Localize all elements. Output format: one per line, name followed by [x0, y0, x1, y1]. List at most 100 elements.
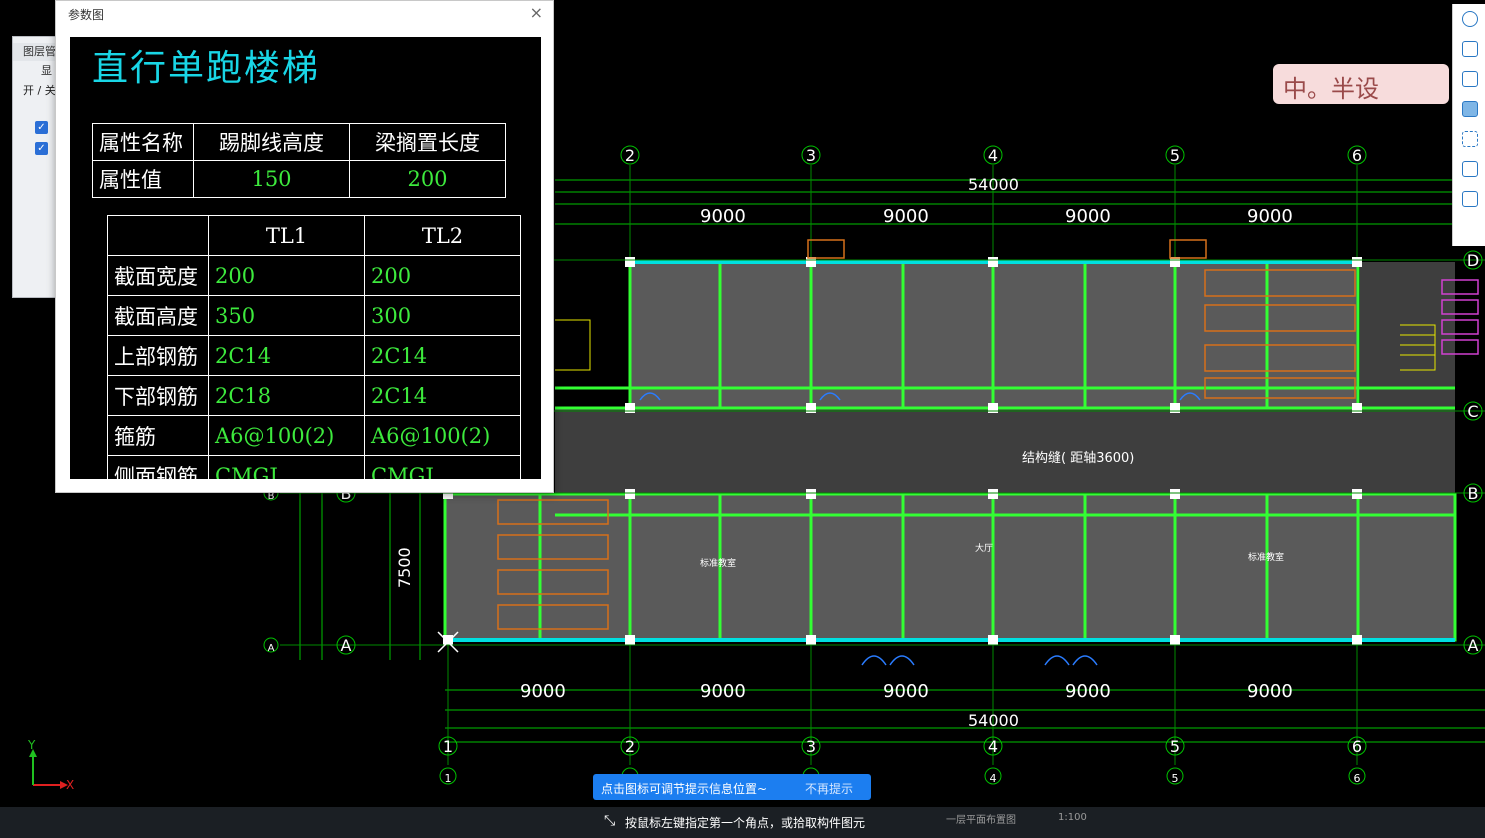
table-row: 侧面钢筋 CMGJ CMGJ [107, 455, 521, 479]
view-3d-button[interactable] [1453, 34, 1485, 64]
bay-dim-4: 9000 [1247, 206, 1293, 227]
attr-value-label: 属性值 [92, 160, 194, 198]
column [988, 257, 998, 267]
table-row: TL1 TL2 [107, 215, 521, 256]
box-icon [1461, 71, 1478, 87]
svg-text:Y: Y [27, 738, 36, 752]
list-icon [1461, 191, 1478, 207]
column [988, 489, 998, 499]
component-view-button[interactable] [1453, 154, 1485, 184]
column [625, 489, 635, 499]
dialog-title: 参数图 [68, 8, 105, 22]
shaded-view-button[interactable] [1453, 94, 1485, 124]
room-label: 标准教室 [700, 557, 736, 569]
beam-cell[interactable]: 2C14 [364, 375, 521, 416]
layer-manager-panel: 图层管 显 开 / 关 ✓ ✓ [12, 36, 60, 298]
axis-number: 2 [625, 737, 635, 756]
watermark-sticker: 中。半设 [1273, 64, 1449, 104]
axis-number: 3 [806, 146, 816, 165]
axis-number: 5 [1170, 146, 1180, 165]
room-label-2: 标准教室 [1248, 551, 1284, 563]
table-row: 箍筋 A6@100(2) A6@100(2) [107, 415, 521, 456]
depth-dim: 7500 [395, 547, 414, 588]
table-row: 截面高度 350 300 [107, 295, 521, 336]
beam-header-tl1: TL1 [208, 215, 365, 256]
bay-dim-b3: 9000 [883, 681, 929, 702]
beam-cell[interactable]: 300 [364, 295, 521, 336]
sheet-scale: 1:100 [1058, 812, 1087, 823]
beam-cell[interactable]: 200 [364, 255, 521, 296]
close-icon[interactable]: × [530, 3, 543, 22]
column [625, 635, 635, 645]
dismiss-hint-button[interactable]: 不再提示 [805, 780, 853, 797]
beam-cell[interactable]: A6@100(2) [364, 415, 521, 456]
beam-cell[interactable]: 2C18 [208, 375, 365, 416]
axis-letter: C [1467, 402, 1478, 421]
column [1170, 489, 1180, 499]
axis-number: 3 [806, 737, 816, 756]
bay-dim-b2: 9000 [700, 681, 746, 702]
axis-number: 1 [443, 737, 453, 756]
axis-letter: A [1468, 636, 1479, 655]
hint-bubble[interactable]: 点击图标可调节提示信息位置~ 不再提示 [593, 774, 871, 800]
orbit-button[interactable] [1453, 4, 1485, 34]
view-mode-button[interactable] [1453, 64, 1485, 94]
status-bar: ⤡ 按鼠标左键指定第一个角点，或拾取构件图元 一层平面布置图 1:100 [0, 807, 1485, 838]
parameter-diagram-dialog: 参数图 × 直行单跑楼梯 属性名称 踢脚线高度 梁搁置长度 属性值 150 20… [55, 0, 554, 493]
axis-letter: D [1467, 251, 1479, 270]
properties-button[interactable] [1453, 184, 1485, 214]
bay-dim-b5: 9000 [1247, 681, 1293, 702]
layer-show-label: 显 [41, 64, 52, 77]
axis-number: 6 [1352, 146, 1362, 165]
beam-header-tl2: TL2 [364, 215, 521, 256]
beam-row-label: 侧面钢筋 [107, 455, 209, 479]
axis-number: 5 [1172, 772, 1179, 785]
bay-dim-3: 9000 [1065, 206, 1111, 227]
layer-checkbox-1[interactable]: ✓ [35, 121, 48, 134]
column [988, 635, 998, 645]
table-row: 上部钢筋 2C14 2C14 [107, 335, 521, 376]
attribute-table: 属性名称 踢脚线高度 梁搁置长度 属性值 150 200 [92, 123, 506, 198]
table-row: 属性名称 踢脚线高度 梁搁置长度 [92, 123, 506, 161]
column [625, 257, 635, 267]
beam-cell[interactable]: 350 [208, 295, 365, 336]
svg-text:X: X [66, 778, 74, 792]
beam-row-label: 下部钢筋 [107, 375, 209, 416]
hall-label: 大厅 [975, 542, 993, 554]
fullscreen-button[interactable] [1453, 124, 1485, 154]
beam-cell[interactable]: A6@100(2) [208, 415, 365, 456]
axis-number: 4 [990, 772, 997, 785]
bay-dim-2: 9000 [883, 206, 929, 227]
sheet-name: 一层平面布置图 [946, 815, 1016, 826]
beam-row-label: 箍筋 [107, 415, 209, 456]
bay-dim-b4: 9000 [1065, 681, 1111, 702]
column [1170, 635, 1180, 645]
axis-letter: A [341, 636, 352, 655]
axis-number: 5 [1170, 737, 1180, 756]
axis-number: 4 [988, 146, 998, 165]
column [1352, 489, 1362, 499]
beam-cell[interactable]: 2C14 [364, 335, 521, 376]
bay-dim-b1: 9000 [520, 681, 566, 702]
attr-value-kickline[interactable]: 150 [193, 160, 350, 198]
bay-dim-1: 9000 [700, 206, 746, 227]
cube-3d-icon [1461, 41, 1478, 57]
beam-row-label: 截面高度 [107, 295, 209, 336]
axis-number: 6 [1352, 737, 1362, 756]
beam-header-blank [107, 215, 209, 256]
column [806, 635, 816, 645]
pick-prompt-icon: ⤡ [604, 813, 616, 829]
beam-cell[interactable]: CMGJ [364, 455, 521, 479]
axis-letter: A [268, 643, 275, 654]
axis-number: 2 [625, 146, 635, 165]
column [443, 635, 453, 645]
drawing-title: 直行单跑楼梯 [92, 48, 321, 89]
attr-value-beam-length[interactable]: 200 [349, 160, 506, 198]
beam-cell[interactable]: 200 [208, 255, 365, 296]
beam-cell[interactable]: CMGJ [208, 455, 365, 479]
layer-checkbox-2[interactable]: ✓ [35, 142, 48, 155]
beam-cell[interactable]: 2C14 [208, 335, 365, 376]
shaded-cube-icon [1461, 101, 1478, 117]
orbit-icon [1461, 11, 1478, 27]
layer-panel-header: 图层管 [13, 43, 59, 61]
